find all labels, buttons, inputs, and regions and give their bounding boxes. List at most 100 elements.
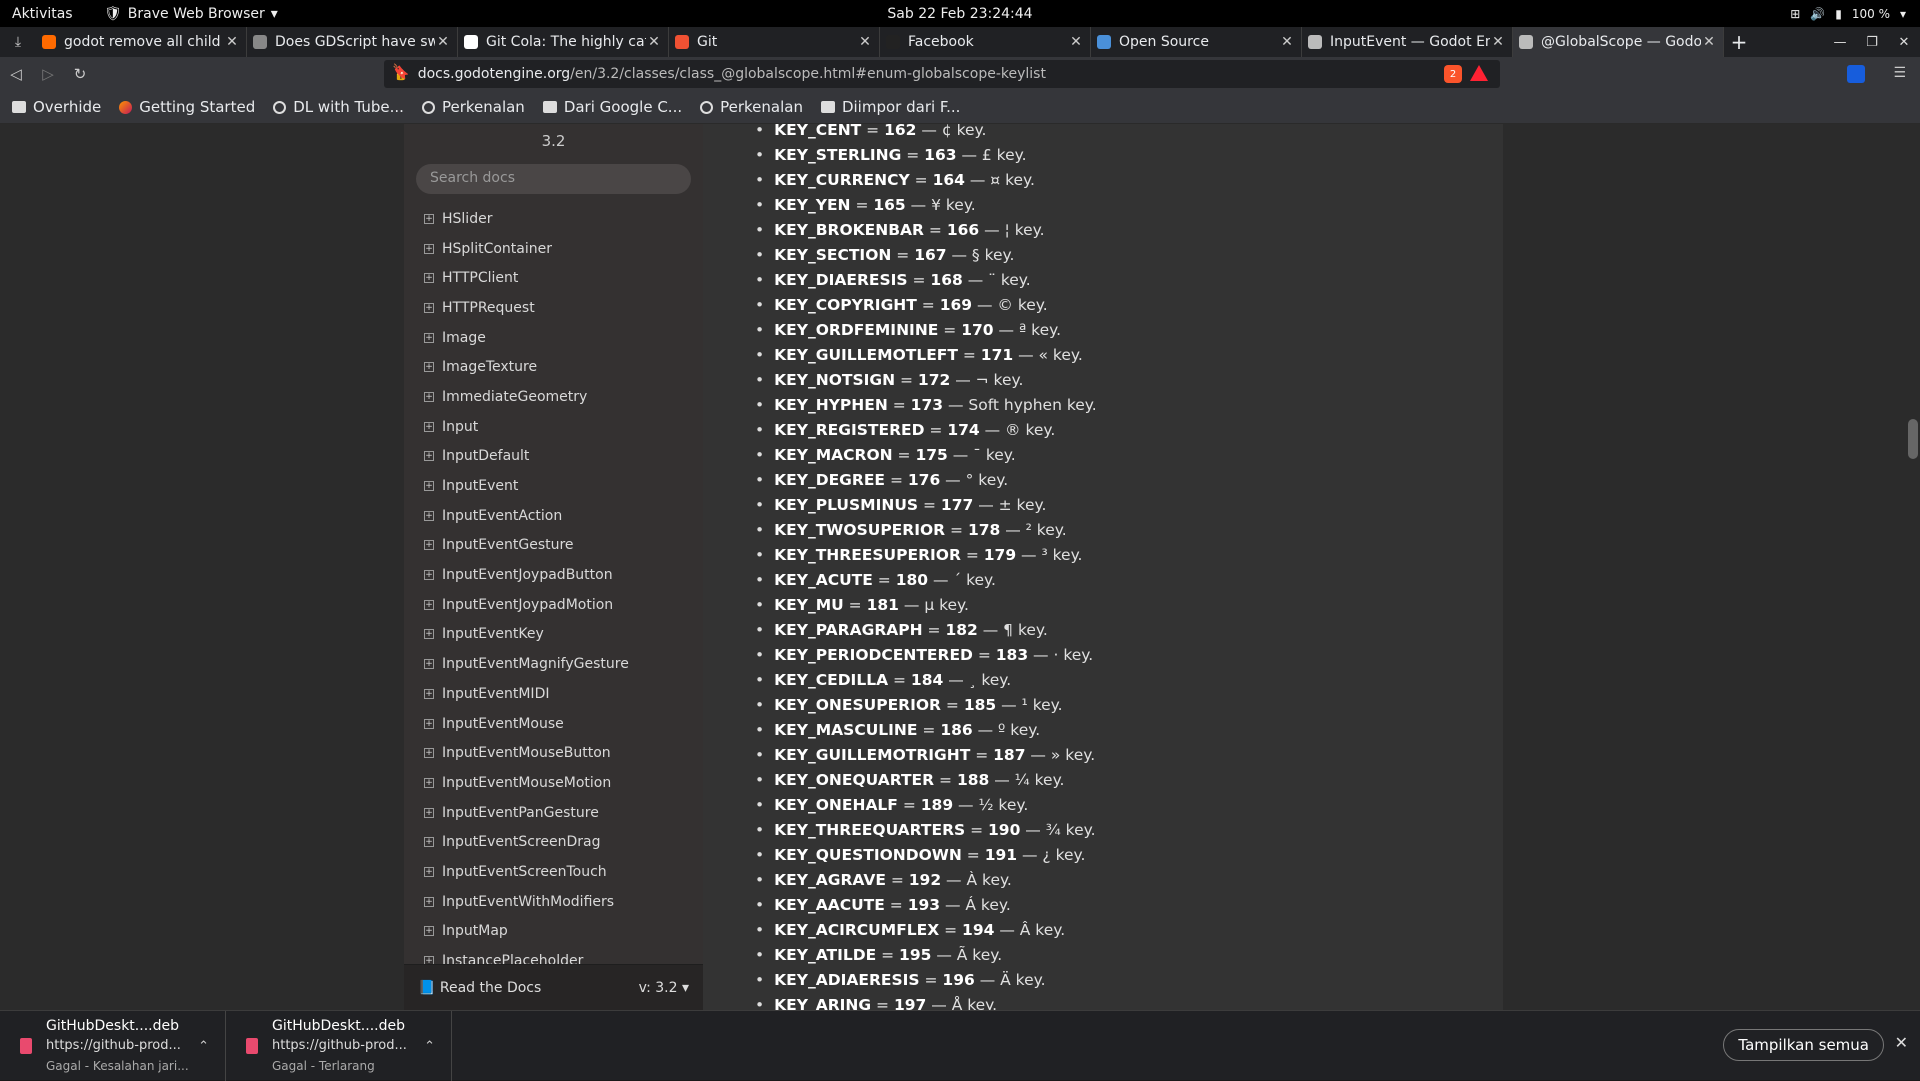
download-item[interactable]: GitHubDeskt....deb https://github-prod..… [226, 1011, 452, 1081]
sidebar-item[interactable]: + InputEventScreenDrag [404, 827, 703, 857]
bookmark-item[interactable]: DL with Tube... [273, 98, 404, 116]
reload-button[interactable]: ↻ [64, 65, 96, 83]
page-scrollbar[interactable] [1906, 124, 1920, 1010]
forward-button[interactable]: ▷ [32, 65, 64, 83]
activities-button[interactable]: Aktivitas [12, 6, 73, 22]
sidebar-item[interactable]: + HSlider [404, 204, 703, 234]
new-tab-button[interactable]: + [1724, 30, 1754, 54]
expand-icon[interactable]: + [424, 510, 434, 521]
app-menu[interactable]: 🛡 Brave Web Browser ▾ [104, 6, 278, 22]
expand-icon[interactable]: + [424, 391, 434, 402]
expand-icon[interactable]: + [424, 540, 434, 551]
expand-icon[interactable]: + [424, 748, 434, 759]
browser-tab[interactable]: Facebook ✕ [880, 27, 1091, 57]
bookmark-item[interactable]: Perkenalan [700, 98, 803, 116]
expand-icon[interactable]: + [424, 570, 434, 581]
close-tab-icon[interactable]: ✕ [1701, 34, 1717, 50]
expand-icon[interactable]: + [424, 688, 434, 699]
bookmark-item[interactable]: Dari Google C... [542, 98, 682, 116]
download-icon[interactable]: ⤓ [0, 34, 36, 50]
chevron-up-icon[interactable]: ⌃ [424, 1039, 435, 1054]
expand-icon[interactable]: + [424, 777, 434, 788]
browser-tab[interactable]: Git Cola: The highly caff ✕ [458, 27, 669, 57]
expand-icon[interactable]: + [424, 807, 434, 818]
expand-icon[interactable]: + [424, 599, 434, 610]
sidebar-item[interactable]: + InstancePlaceholder [404, 946, 703, 964]
sidebar-item[interactable]: + InputEventKey [404, 620, 703, 650]
browser-tab[interactable]: Does GDScript have sw ✕ [247, 27, 458, 57]
bookmark-item[interactable]: Diimpor dari F... [820, 98, 960, 116]
close-tab-icon[interactable]: ✕ [1068, 34, 1084, 50]
sidebar-item[interactable]: + InputEventPanGesture [404, 798, 703, 828]
search-docs-input[interactable]: Search docs [416, 164, 691, 194]
sidebar-item[interactable]: + ImageTexture [404, 352, 703, 382]
close-tab-icon[interactable]: ✕ [646, 34, 662, 50]
expand-icon[interactable]: + [424, 273, 434, 284]
scrollbar-thumb[interactable] [1908, 419, 1918, 459]
bitwarden-extension-icon[interactable] [1847, 65, 1866, 83]
expand-icon[interactable]: + [424, 481, 434, 492]
sidebar-item[interactable]: + InputEventWithModifiers [404, 887, 703, 917]
close-tab-icon[interactable]: ✕ [224, 34, 240, 50]
minimize-button[interactable]: — [1824, 35, 1856, 50]
expand-icon[interactable]: + [424, 302, 434, 313]
bookmark-item[interactable]: Perkenalan [421, 98, 525, 116]
close-window-button[interactable]: ✕ [1888, 35, 1920, 50]
menu-icon[interactable]: ☰ [1893, 65, 1906, 83]
read-the-docs-footer[interactable]: 📘 Read the Docs v: 3.2 ▾ [404, 964, 703, 1010]
expand-icon[interactable]: + [424, 451, 434, 462]
close-tab-icon[interactable]: ✕ [857, 34, 873, 50]
version-selector[interactable]: v: 3.2 ▾ [639, 980, 689, 996]
browser-tab[interactable]: InputEvent — Godot En ✕ [1302, 27, 1513, 57]
download-item[interactable]: GitHubDeskt....deb https://github-prod..… [0, 1011, 226, 1081]
sidebar-item[interactable]: + InputEventMouseMotion [404, 768, 703, 798]
system-tray[interactable]: ⊞ 🔊 ▮ 100 % ▾ [1790, 7, 1906, 21]
sidebar-item[interactable]: + InputMap [404, 917, 703, 947]
close-tab-icon[interactable]: ✕ [1490, 34, 1506, 50]
expand-icon[interactable]: + [424, 332, 434, 343]
sidebar-item[interactable]: + InputDefault [404, 442, 703, 472]
browser-tab[interactable]: Git ✕ [669, 27, 880, 57]
sidebar-item[interactable]: + Image [404, 323, 703, 353]
chevron-up-icon[interactable]: ⌃ [198, 1039, 209, 1054]
expand-icon[interactable]: + [424, 837, 434, 848]
expand-icon[interactable]: + [424, 896, 434, 907]
expand-icon[interactable]: + [424, 718, 434, 729]
address-bar[interactable]: 🔒 docs.godotengine.org/en/3.2/classes/cl… [384, 60, 1500, 88]
bookmark-item[interactable]: Getting Started [119, 98, 255, 116]
sidebar-item[interactable]: + Input [404, 412, 703, 442]
back-button[interactable]: ◁ [0, 65, 32, 83]
sidebar-item[interactable]: + InputEventGesture [404, 531, 703, 561]
close-shelf-icon[interactable]: ✕ [1895, 1033, 1908, 1052]
sidebar-item[interactable]: + InputEventScreenTouch [404, 857, 703, 887]
expand-icon[interactable]: + [424, 866, 434, 877]
close-tab-icon[interactable]: ✕ [1279, 34, 1295, 50]
expand-icon[interactable]: + [424, 243, 434, 254]
sidebar-item[interactable]: + HTTPRequest [404, 293, 703, 323]
sidebar-item[interactable]: + InputEvent [404, 471, 703, 501]
sidebar-item[interactable]: + InputEventMagnifyGesture [404, 649, 703, 679]
browser-tab[interactable]: godot remove all child ✕ [36, 27, 247, 57]
expand-icon[interactable]: + [424, 362, 434, 373]
clock[interactable]: Sab 22 Feb 23:24:44 [887, 6, 1032, 22]
browser-tab[interactable]: @GlobalScope — Godo ✕ [1513, 27, 1724, 57]
show-all-downloads-button[interactable]: Tampilkan semua [1723, 1029, 1884, 1061]
sidebar-item[interactable]: + HTTPClient [404, 263, 703, 293]
browser-tab[interactable]: Open Source ✕ [1091, 27, 1302, 57]
sidebar-item[interactable]: + HSplitContainer [404, 234, 703, 264]
expand-icon[interactable]: + [424, 421, 434, 432]
brave-rewards-icon[interactable] [1470, 65, 1488, 81]
brave-shields-icon[interactable]: 2 [1444, 65, 1462, 83]
sidebar-item[interactable]: + InputEventMouseButton [404, 738, 703, 768]
bookmark-item[interactable]: Overhide [12, 98, 101, 116]
close-tab-icon[interactable]: ✕ [435, 34, 451, 50]
sidebar-item[interactable]: + InputEventAction [404, 501, 703, 531]
expand-icon[interactable]: + [424, 926, 434, 937]
expand-icon[interactable]: + [424, 659, 434, 670]
restore-button[interactable]: ❐ [1856, 35, 1888, 50]
bookmark-page-icon[interactable]: 🔖 [392, 64, 409, 80]
sidebar-item[interactable]: + InputEventJoypadMotion [404, 590, 703, 620]
expand-icon[interactable]: + [424, 213, 434, 224]
sidebar-item[interactable]: + InputEventMouse [404, 709, 703, 739]
expand-icon[interactable]: + [424, 956, 434, 964]
